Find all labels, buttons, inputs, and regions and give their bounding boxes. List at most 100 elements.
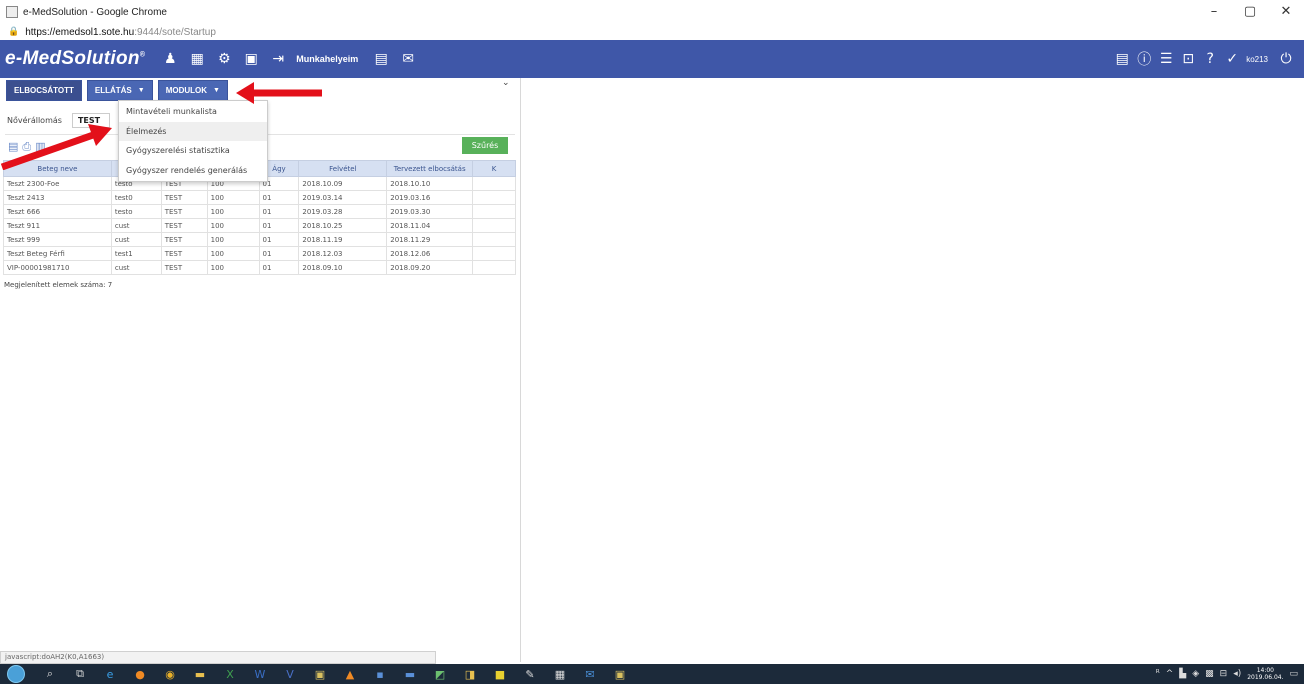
- table-cell: [472, 232, 516, 247]
- power-icon[interactable]: ⏻: [1276, 51, 1296, 67]
- paint-icon[interactable]: ✎: [515, 668, 545, 681]
- word-icon[interactable]: W: [245, 668, 275, 681]
- table-cell: VIP-00001981710: [3, 260, 112, 275]
- exit-door-icon[interactable]: ⇥: [267, 51, 289, 67]
- chrome-icon[interactable]: ◉: [155, 668, 185, 681]
- check-icon[interactable]: ✓: [1222, 51, 1242, 67]
- table-cell: [472, 190, 516, 205]
- table-cell: [472, 260, 516, 275]
- maximize-button[interactable]: ▢: [1232, 0, 1268, 24]
- menu-item-drug-order-generation[interactable]: Gyógyszer rendelés generálás: [119, 161, 267, 181]
- firefox-icon[interactable]: ●: [125, 668, 155, 681]
- clock[interactable]: 14:00 2019.06.04.: [1247, 667, 1283, 681]
- filter-button[interactable]: Szűrés: [462, 137, 508, 154]
- user-name[interactable]: ko213: [1246, 55, 1268, 64]
- building-icon[interactable]: ▦: [186, 51, 208, 67]
- menu-item-sampling-worklist[interactable]: Mintavételi munkalista: [119, 102, 267, 122]
- chevron-up-icon[interactable]: ^: [1166, 669, 1174, 679]
- table-cell: 2018.10.25: [298, 218, 388, 233]
- column-header[interactable]: Felvétel: [298, 160, 388, 177]
- item-count-text: Megjelenített elemek száma: 7: [4, 281, 113, 289]
- care-dropdown-button[interactable]: ELLÁTÁS ▼: [86, 80, 153, 101]
- excel-icon[interactable]: X: [215, 668, 245, 681]
- column-header[interactable]: K: [472, 160, 516, 177]
- settings-icon[interactable]: ⚙: [213, 51, 235, 67]
- app-icon[interactable]: ▬: [395, 668, 425, 681]
- volume-icon[interactable]: ◂): [1233, 669, 1241, 679]
- task-view-icon[interactable]: ⧉: [65, 667, 95, 681]
- clock-date: 2019.06.04.: [1247, 674, 1284, 681]
- menu-item-medication-statistics[interactable]: Gyógyszerelési statisztika: [119, 141, 267, 161]
- table-cell: 2019.03.28: [298, 204, 388, 219]
- collapse-chevron-icon[interactable]: ⌄: [502, 78, 510, 88]
- column-header[interactable]: Tervezett elbocsátás: [386, 160, 474, 177]
- help-icon[interactable]: ?: [1200, 51, 1220, 67]
- search-icon[interactable]: ⌕: [35, 667, 65, 681]
- modules-label: MODULOK: [165, 86, 208, 95]
- visio-icon[interactable]: V: [275, 668, 305, 681]
- workplaces-link[interactable]: Munkahelyeim: [296, 54, 358, 64]
- system-tray: ᴿ ^ ▙ ◈ ▩ ⊟ ◂) 14:00 2019.06.04. ▭: [1156, 664, 1298, 684]
- window-controls: – ▢ ✕: [1196, 0, 1304, 24]
- save-icon[interactable]: ▪: [365, 668, 395, 681]
- url-text[interactable]: https://emedsol1.sote.hu:9444/sote/Start…: [25, 27, 216, 38]
- menu-item-catering[interactable]: Élelmezés: [119, 121, 267, 141]
- mail-app-icon[interactable]: ✉: [575, 668, 605, 681]
- table-cell: Teszt 911: [3, 218, 112, 233]
- table-row[interactable]: Teszt 2413 test0 TEST 100 01 2019.03.14 2019.0…: [3, 190, 516, 205]
- patient-list-icon[interactable]: ♟: [159, 51, 181, 67]
- discharged-button[interactable]: ELBOCSÁTOTT: [6, 80, 82, 101]
- calculator-icon[interactable]: ▦: [545, 668, 575, 681]
- table-row[interactable]: Teszt 666 testo TEST 100 01 2019.03.28 2019.03…: [3, 204, 516, 219]
- table-cell: 100: [206, 190, 260, 205]
- header-right-tools: ▤ ⓘ ☰ ⊡ ? ✓ ko213 ⏻: [1110, 40, 1296, 78]
- table-cell: TEST: [160, 260, 208, 275]
- lock-icon: 🔒: [8, 27, 20, 37]
- document-icon[interactable]: ▤: [370, 51, 392, 67]
- app-icon[interactable]: ◨: [455, 668, 485, 681]
- explorer-icon[interactable]: ▬: [185, 668, 215, 681]
- tray-app-icon[interactable]: ◈: [1192, 669, 1199, 679]
- address-bar[interactable]: 🔒 https://emedsol1.sote.hu:9444/sote/Sta…: [0, 24, 1304, 40]
- status-bar: javascript:doAH2(K0,A1663): [0, 651, 436, 664]
- app-icon[interactable]: ▣: [605, 668, 635, 681]
- modules-dropdown-button[interactable]: MODULOK ▼: [157, 80, 228, 101]
- vlc-icon[interactable]: ▲: [335, 668, 365, 681]
- discharged-label: ELBOCSÁTOTT: [14, 86, 74, 95]
- start-button[interactable]: [7, 665, 25, 683]
- network-icon[interactable]: ⊟: [1220, 669, 1228, 679]
- table-cell: Teszt 999: [3, 232, 112, 247]
- table-row[interactable]: Teszt 999 cust TEST 100 01 2018.11.19 2018.11.…: [3, 232, 516, 247]
- people-icon[interactable]: ᴿ: [1156, 669, 1160, 679]
- table-cell: 01: [258, 190, 300, 205]
- minimize-button[interactable]: –: [1196, 0, 1232, 24]
- close-button[interactable]: ✕: [1268, 0, 1304, 24]
- mail-icon[interactable]: ✉: [397, 51, 419, 67]
- list-icon[interactable]: ☰: [1156, 51, 1176, 67]
- document-app-icon[interactable]: ◩: [425, 668, 455, 681]
- app-logo[interactable]: e-MedSolution®: [5, 48, 145, 70]
- sticky-notes-icon[interactable]: ■: [485, 668, 515, 681]
- notifications-icon[interactable]: ▭: [1289, 669, 1298, 679]
- table-cell: cust: [110, 232, 162, 247]
- report-icon[interactable]: ▤: [1112, 51, 1132, 67]
- tray-app-icon[interactable]: ▩: [1205, 669, 1214, 679]
- table-cell: TEST: [160, 204, 208, 219]
- table-cell: test0: [110, 190, 162, 205]
- tray-app-icon[interactable]: ▙: [1179, 669, 1186, 679]
- table-cell: TEST: [160, 246, 208, 261]
- table-row[interactable]: Teszt Beteg Férfi test1 TEST 100 01 2018.12.0…: [3, 246, 516, 261]
- app-icon[interactable]: ▣: [305, 668, 335, 681]
- table-cell: 100: [206, 218, 260, 233]
- info-icon[interactable]: ⓘ: [1134, 49, 1154, 69]
- table-cell: 2019.03.16: [386, 190, 474, 205]
- ie-icon[interactable]: e: [95, 668, 125, 681]
- lock-screen-icon[interactable]: ⊡: [1178, 51, 1198, 67]
- table-cell: test1: [110, 246, 162, 261]
- table-row[interactable]: VIP-00001981710 cust TEST 100 01 2018.09.10 20…: [3, 260, 516, 275]
- monitor-icon[interactable]: ▣: [240, 51, 262, 67]
- table-cell: Teszt 2413: [3, 190, 112, 205]
- annotation-arrow-top: [236, 82, 322, 104]
- url-host: https://emedsol1.sote.hu: [25, 26, 135, 38]
- table-row[interactable]: Teszt 911 cust TEST 100 01 2018.10.25 2018.11.…: [3, 218, 516, 233]
